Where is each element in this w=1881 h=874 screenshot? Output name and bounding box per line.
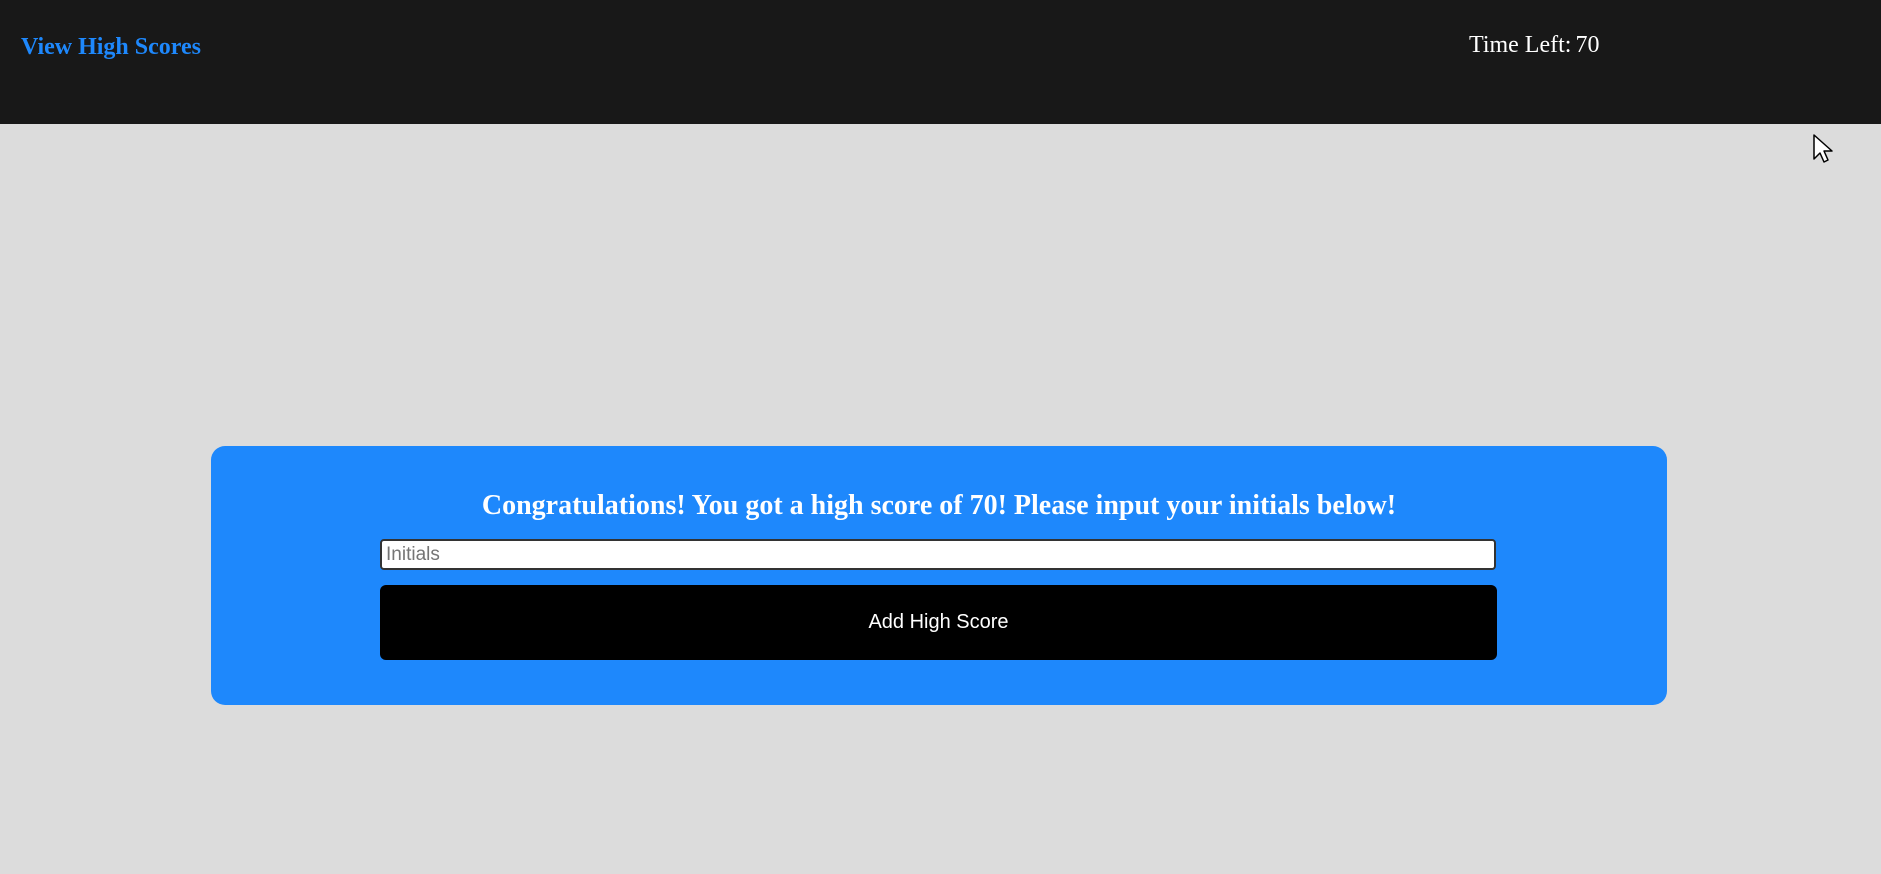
add-high-score-button[interactable]: Add High Score — [380, 585, 1497, 660]
top-bar: View High Scores Time Left: 70 — [0, 0, 1881, 124]
timer-label: Time Left: — [1469, 32, 1572, 58]
view-high-scores-link[interactable]: View High Scores — [21, 34, 201, 61]
highscore-message: Congratulations! You got a high score of… — [481, 490, 1397, 521]
timer-value: 70 — [1575, 32, 1600, 58]
mouse-pointer-icon — [1813, 134, 1833, 163]
highscore-card: Congratulations! You got a high score of… — [211, 446, 1667, 705]
timer: Time Left: 70 — [1469, 32, 1599, 59]
initials-input[interactable] — [380, 539, 1496, 570]
